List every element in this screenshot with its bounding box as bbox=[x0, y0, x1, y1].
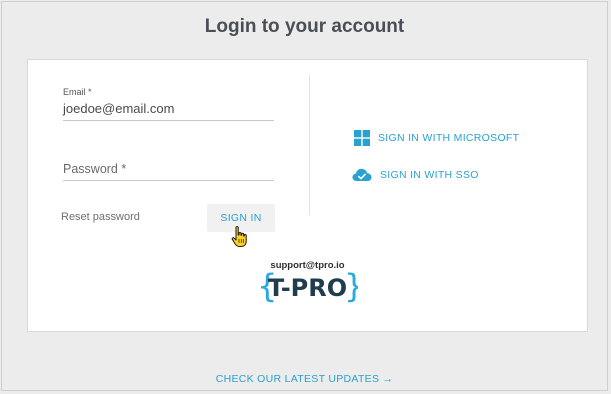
page-title: Login to your account bbox=[204, 16, 405, 37]
email-input[interactable]: joedoe@email.com bbox=[63, 101, 174, 116]
tpro-logo: { T-PRO } bbox=[257, 269, 358, 305]
login-card: Email * joedoe@email.com Password * Rese… bbox=[27, 59, 588, 332]
email-underline bbox=[63, 120, 274, 121]
password-underline bbox=[63, 180, 274, 181]
svg-text:}: } bbox=[344, 269, 358, 305]
password-input[interactable]: Password * bbox=[63, 162, 126, 176]
column-divider bbox=[309, 75, 310, 215]
email-label: Email * bbox=[63, 87, 92, 97]
reset-password-link[interactable]: Reset password bbox=[61, 211, 140, 223]
sign-in-microsoft-button[interactable]: SIGN IN WITH MICROSOFT bbox=[354, 130, 519, 146]
page-frame: Login to your account Email * joedoe@ema… bbox=[1, 1, 608, 391]
sign-in-sso-label: SIGN IN WITH SSO bbox=[380, 169, 479, 181]
latest-updates-link[interactable]: CHECK OUR LATEST UPDATES → bbox=[2, 373, 607, 385]
sign-in-microsoft-label: SIGN IN WITH MICROSOFT bbox=[378, 132, 520, 144]
hand-pointer-icon bbox=[231, 226, 247, 247]
windows-logo-icon bbox=[354, 130, 370, 146]
sign-in-sso-button[interactable]: SIGN IN WITH SSO bbox=[352, 168, 479, 182]
cloud-check-icon bbox=[352, 168, 372, 182]
logo-text: T-PRO bbox=[268, 274, 347, 302]
